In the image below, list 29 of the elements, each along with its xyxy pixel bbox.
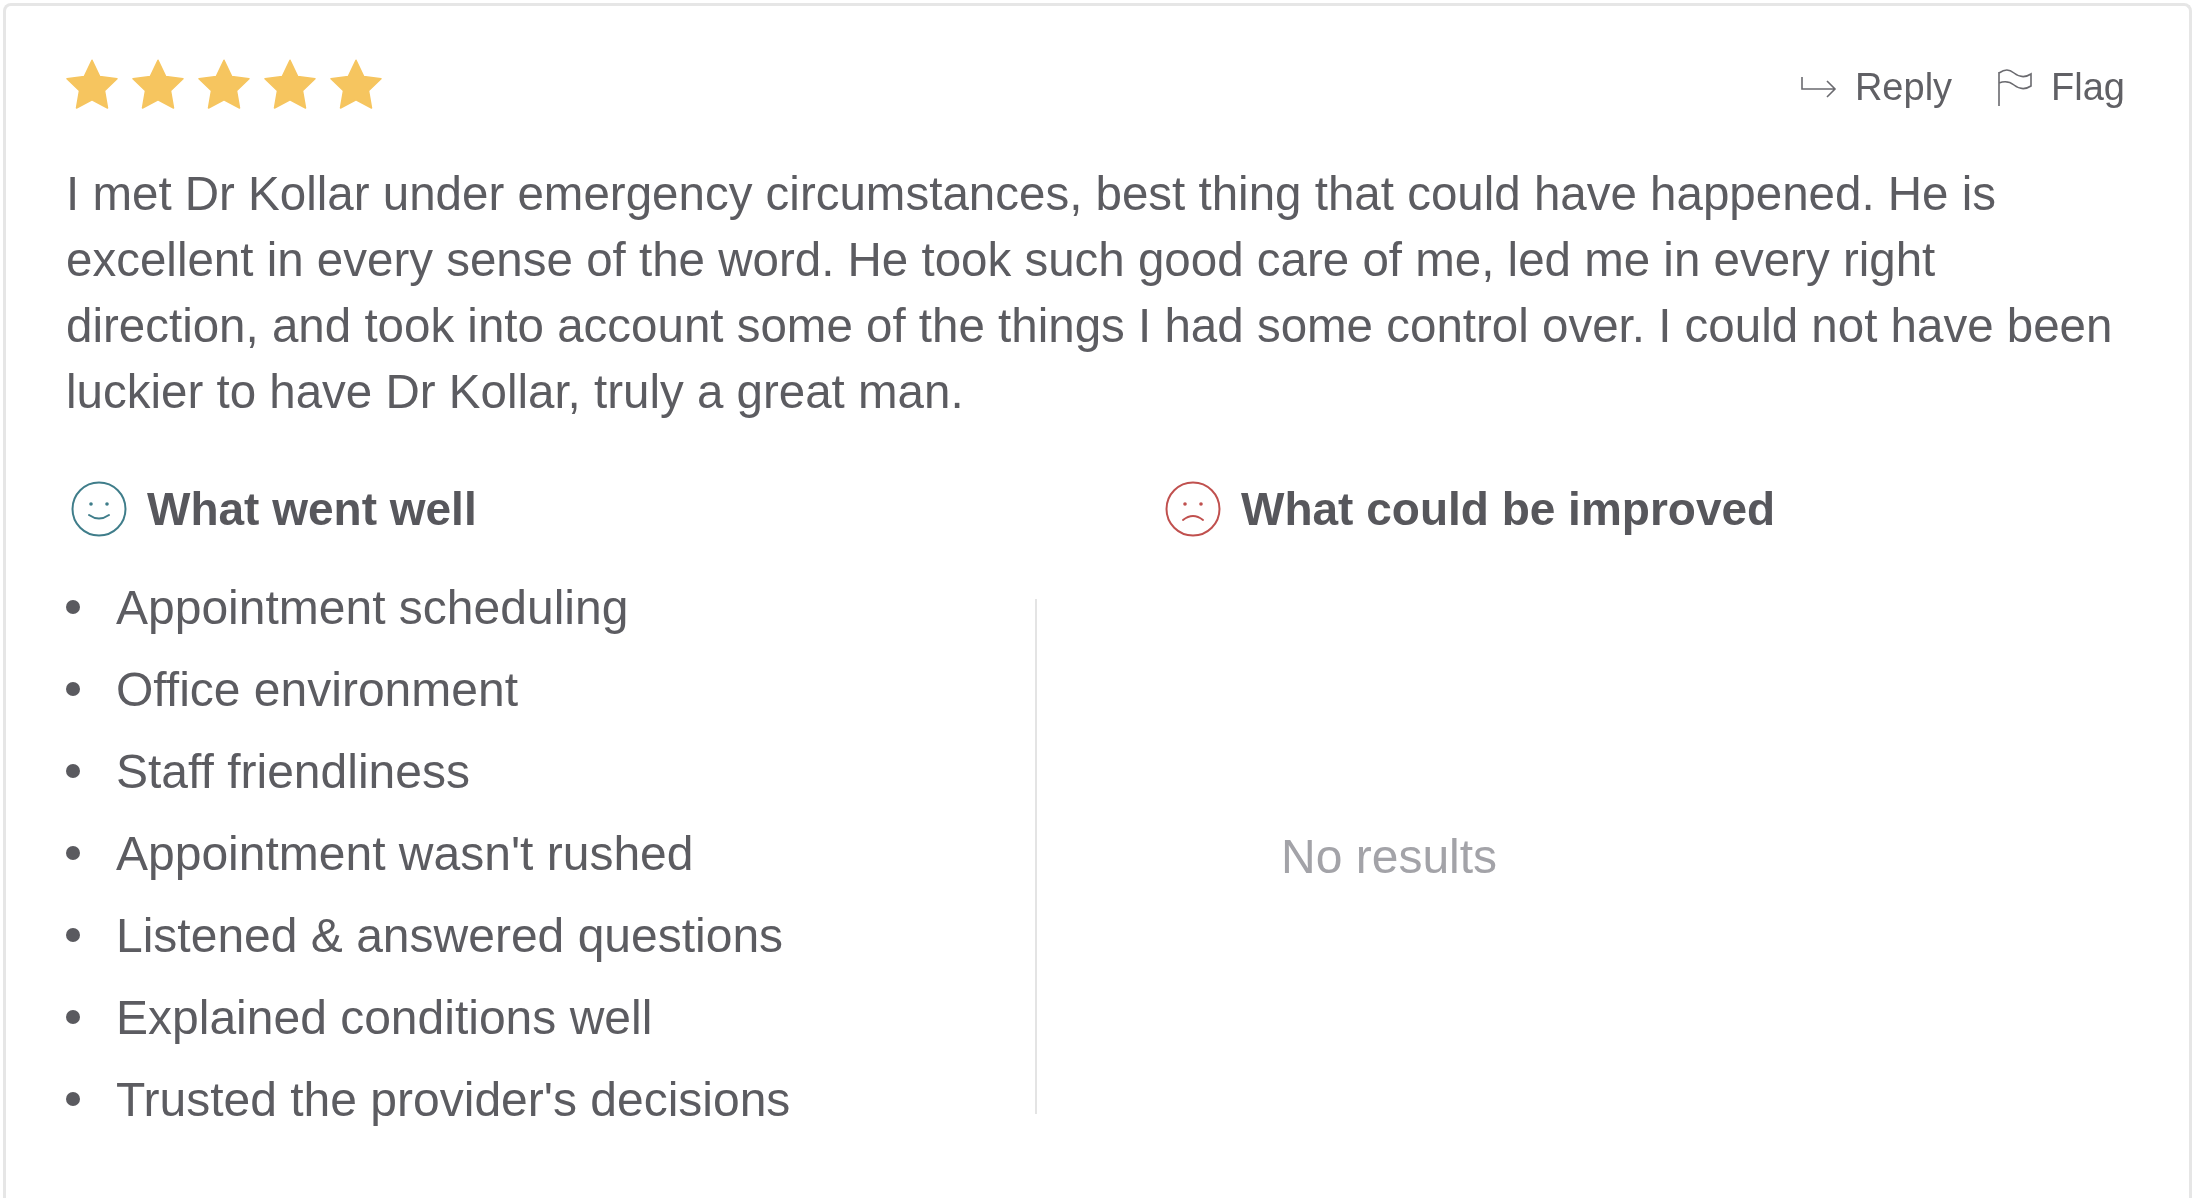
- bullet-icon: [66, 600, 80, 614]
- flag-button[interactable]: Flag: [1997, 66, 2125, 109]
- reply-arrow-icon: [1800, 77, 1837, 98]
- smiley-face-icon: [71, 481, 127, 537]
- star-icon: [132, 57, 184, 110]
- star-icon: [198, 57, 250, 110]
- section-heading: What went well: [147, 482, 477, 536]
- list-item-text: Listened & answered questions: [116, 907, 784, 963]
- list-item-text: Office environment: [116, 661, 518, 717]
- star-icon: [264, 57, 316, 110]
- empty-state-text: No results: [1281, 829, 1498, 884]
- flag-icon: [1997, 69, 2034, 106]
- bullet-icon: [66, 682, 80, 696]
- bullet-icon: [66, 928, 80, 942]
- bullet-icon: [66, 846, 80, 860]
- list-item-text: Appointment scheduling: [116, 579, 629, 635]
- review-text: I met Dr Kollar under emergency circumstances, best thing that could have happened. He is excellent in every sense of the word. He took such good care of me, led me in every right direction, and took into account some of the things I had some control over. I could not have been luckier to have Dr Kollar, truly a great man.: [66, 166, 2114, 420]
- list-item-text: Trusted the provider's decisions: [116, 1071, 791, 1127]
- bullet-icon: [66, 1010, 80, 1024]
- list-item-text: Appointment wasn't rushed: [116, 825, 694, 881]
- reply-button[interactable]: Reply: [1800, 66, 1953, 109]
- star-icon: [330, 57, 382, 110]
- sad-face-icon: [1165, 481, 1221, 537]
- bullet-icon: [66, 764, 80, 778]
- star-icon: [66, 57, 118, 110]
- list-item-text: Staff friendliness: [116, 743, 470, 799]
- bullet-icon: [66, 1092, 80, 1106]
- list-item-text: Explained conditions well: [116, 989, 653, 1045]
- section-heading: What could be improved: [1241, 482, 1776, 536]
